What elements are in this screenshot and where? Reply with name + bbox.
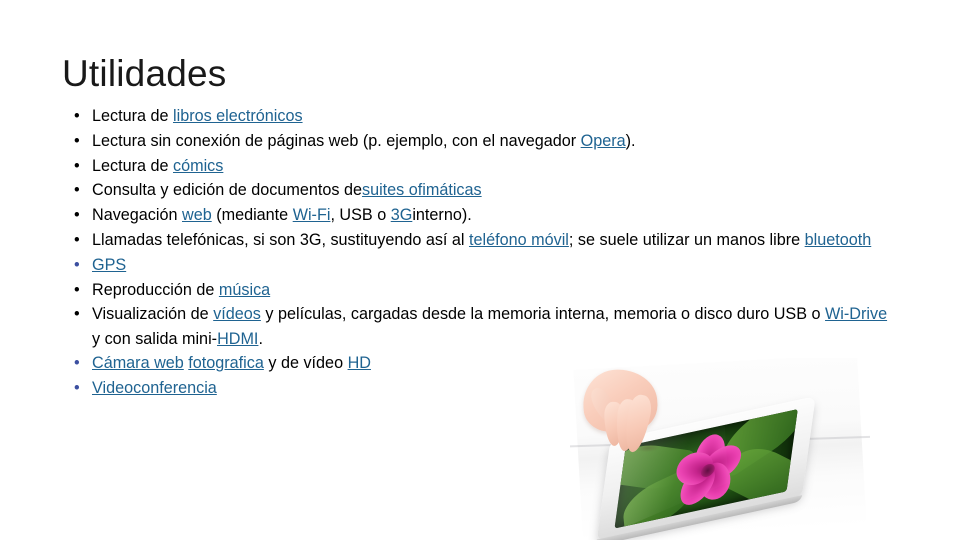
hyperlink[interactable]: HDMI <box>217 330 258 348</box>
hyperlink[interactable]: GPS <box>92 256 126 274</box>
hyperlink[interactable]: suites ofimáticas <box>362 181 482 199</box>
hyperlink[interactable]: libros electrónicos <box>173 107 303 125</box>
plain-text: Llamadas telefónicas, si son 3G, sustitu… <box>92 230 470 249</box>
hyperlink[interactable]: cómics <box>173 157 223 175</box>
hyperlink[interactable]: Cámara web <box>92 354 184 372</box>
list-item-text: Videoconferencia <box>92 379 217 397</box>
list-item: • Lectura de libros electrónicos <box>62 104 890 128</box>
bullet-marker-icon: • <box>74 230 80 249</box>
bullet-marker-icon: • <box>74 107 80 125</box>
plain-text: Visualización de <box>92 305 214 324</box>
plain-text: Lectura de <box>92 156 173 175</box>
bullet-marker-icon: • <box>74 206 80 225</box>
plain-text: Navegación <box>92 206 182 225</box>
list-item-text: Lectura de cómics <box>92 157 223 175</box>
bullet-marker-icon: • <box>74 305 80 324</box>
hand-icon <box>580 365 698 475</box>
bullet-marker-icon: • <box>74 255 80 274</box>
plain-text: interno). <box>412 206 472 225</box>
bullet-marker-icon: • <box>74 156 80 175</box>
list-item: • Llamadas telefónicas, si son 3G, sustit… <box>62 228 890 252</box>
tablet-photo-inner <box>570 358 870 540</box>
hyperlink[interactable]: fotografica <box>188 354 264 372</box>
hyperlink[interactable]: vídeos <box>213 305 261 323</box>
plain-text: , USB o <box>330 206 391 225</box>
bullet-marker-icon: • <box>74 379 80 398</box>
hyperlink[interactable]: música <box>219 281 270 299</box>
bullet-marker-icon: • <box>74 280 80 299</box>
list-item: • Reproducción de música <box>62 278 890 302</box>
hyperlink[interactable]: Videoconferencia <box>92 379 217 397</box>
hyperlink[interactable]: Wi-Fi <box>293 206 331 224</box>
plain-text: y con salida mini- <box>92 329 218 348</box>
hyperlink[interactable]: bluetooth <box>805 231 872 249</box>
hyperlink[interactable]: web <box>182 206 212 224</box>
plain-text: (mediante <box>211 206 293 225</box>
hyperlink[interactable]: 3G <box>391 206 413 224</box>
list-item-text: Llamadas telefónicas, si son 3G, sustitu… <box>92 231 871 249</box>
plain-text: Reproducción de <box>92 280 219 299</box>
list-item-text: Cámara web fotografica y de vídeo HD <box>92 354 371 372</box>
list-item: • Visualización de vídeos y películas, ca… <box>62 302 890 351</box>
plain-text: . <box>258 329 263 348</box>
list-item-text: Visualización de vídeos y películas, car… <box>92 305 887 347</box>
plain-text: y de vídeo <box>263 354 348 373</box>
list-item: • GPS <box>62 253 890 277</box>
plain-text: Lectura de <box>92 107 173 125</box>
utilities-bullet-list: • Lectura de libros electrónicos • Lectura … <box>62 104 890 401</box>
bullet-marker-icon: • <box>74 131 80 150</box>
tablet-photo <box>570 358 870 540</box>
hyperlink[interactable]: HD <box>348 354 371 372</box>
page-title: Utilidades <box>62 53 227 94</box>
list-item-text: Consulta y edición de documentos desuite… <box>92 181 482 199</box>
list-item: • Navegación web (mediante Wi-Fi, USB o 3… <box>62 203 890 227</box>
plain-text: Consulta y edición de documentos de <box>92 181 362 200</box>
list-item-text: Lectura de libros electrónicos <box>92 107 303 125</box>
list-item-text: Lectura sin conexión de páginas web (p. … <box>92 132 636 150</box>
plain-text: y películas, cargadas desde la memoria i… <box>260 305 826 324</box>
list-item-text: Reproducción de música <box>92 281 270 299</box>
bullet-marker-icon: • <box>74 354 80 373</box>
plain-text: ). <box>625 131 636 150</box>
list-item: • Consulta y edición de documentos desuit… <box>62 178 890 202</box>
list-item-text: GPS <box>92 256 126 274</box>
plain-text: ; se suele utilizar un manos libre <box>568 230 805 249</box>
list-item: • Lectura de cómics <box>62 154 890 178</box>
presentation-slide: Utilidades • Lectura de libros electrónic… <box>0 0 960 540</box>
hyperlink[interactable]: Opera <box>581 132 626 150</box>
list-item-text: Navegación web (mediante Wi-Fi, USB o 3G… <box>92 206 472 224</box>
hyperlink[interactable]: Wi-Drive <box>825 305 887 323</box>
list-item: • Lectura sin conexión de páginas web (p.… <box>62 129 890 153</box>
bullet-marker-icon: • <box>74 181 80 200</box>
hyperlink[interactable]: teléfono móvil <box>469 231 569 249</box>
plain-text: Lectura sin conexión de páginas web (p. … <box>92 131 581 150</box>
fingertip-shadow <box>635 443 661 453</box>
